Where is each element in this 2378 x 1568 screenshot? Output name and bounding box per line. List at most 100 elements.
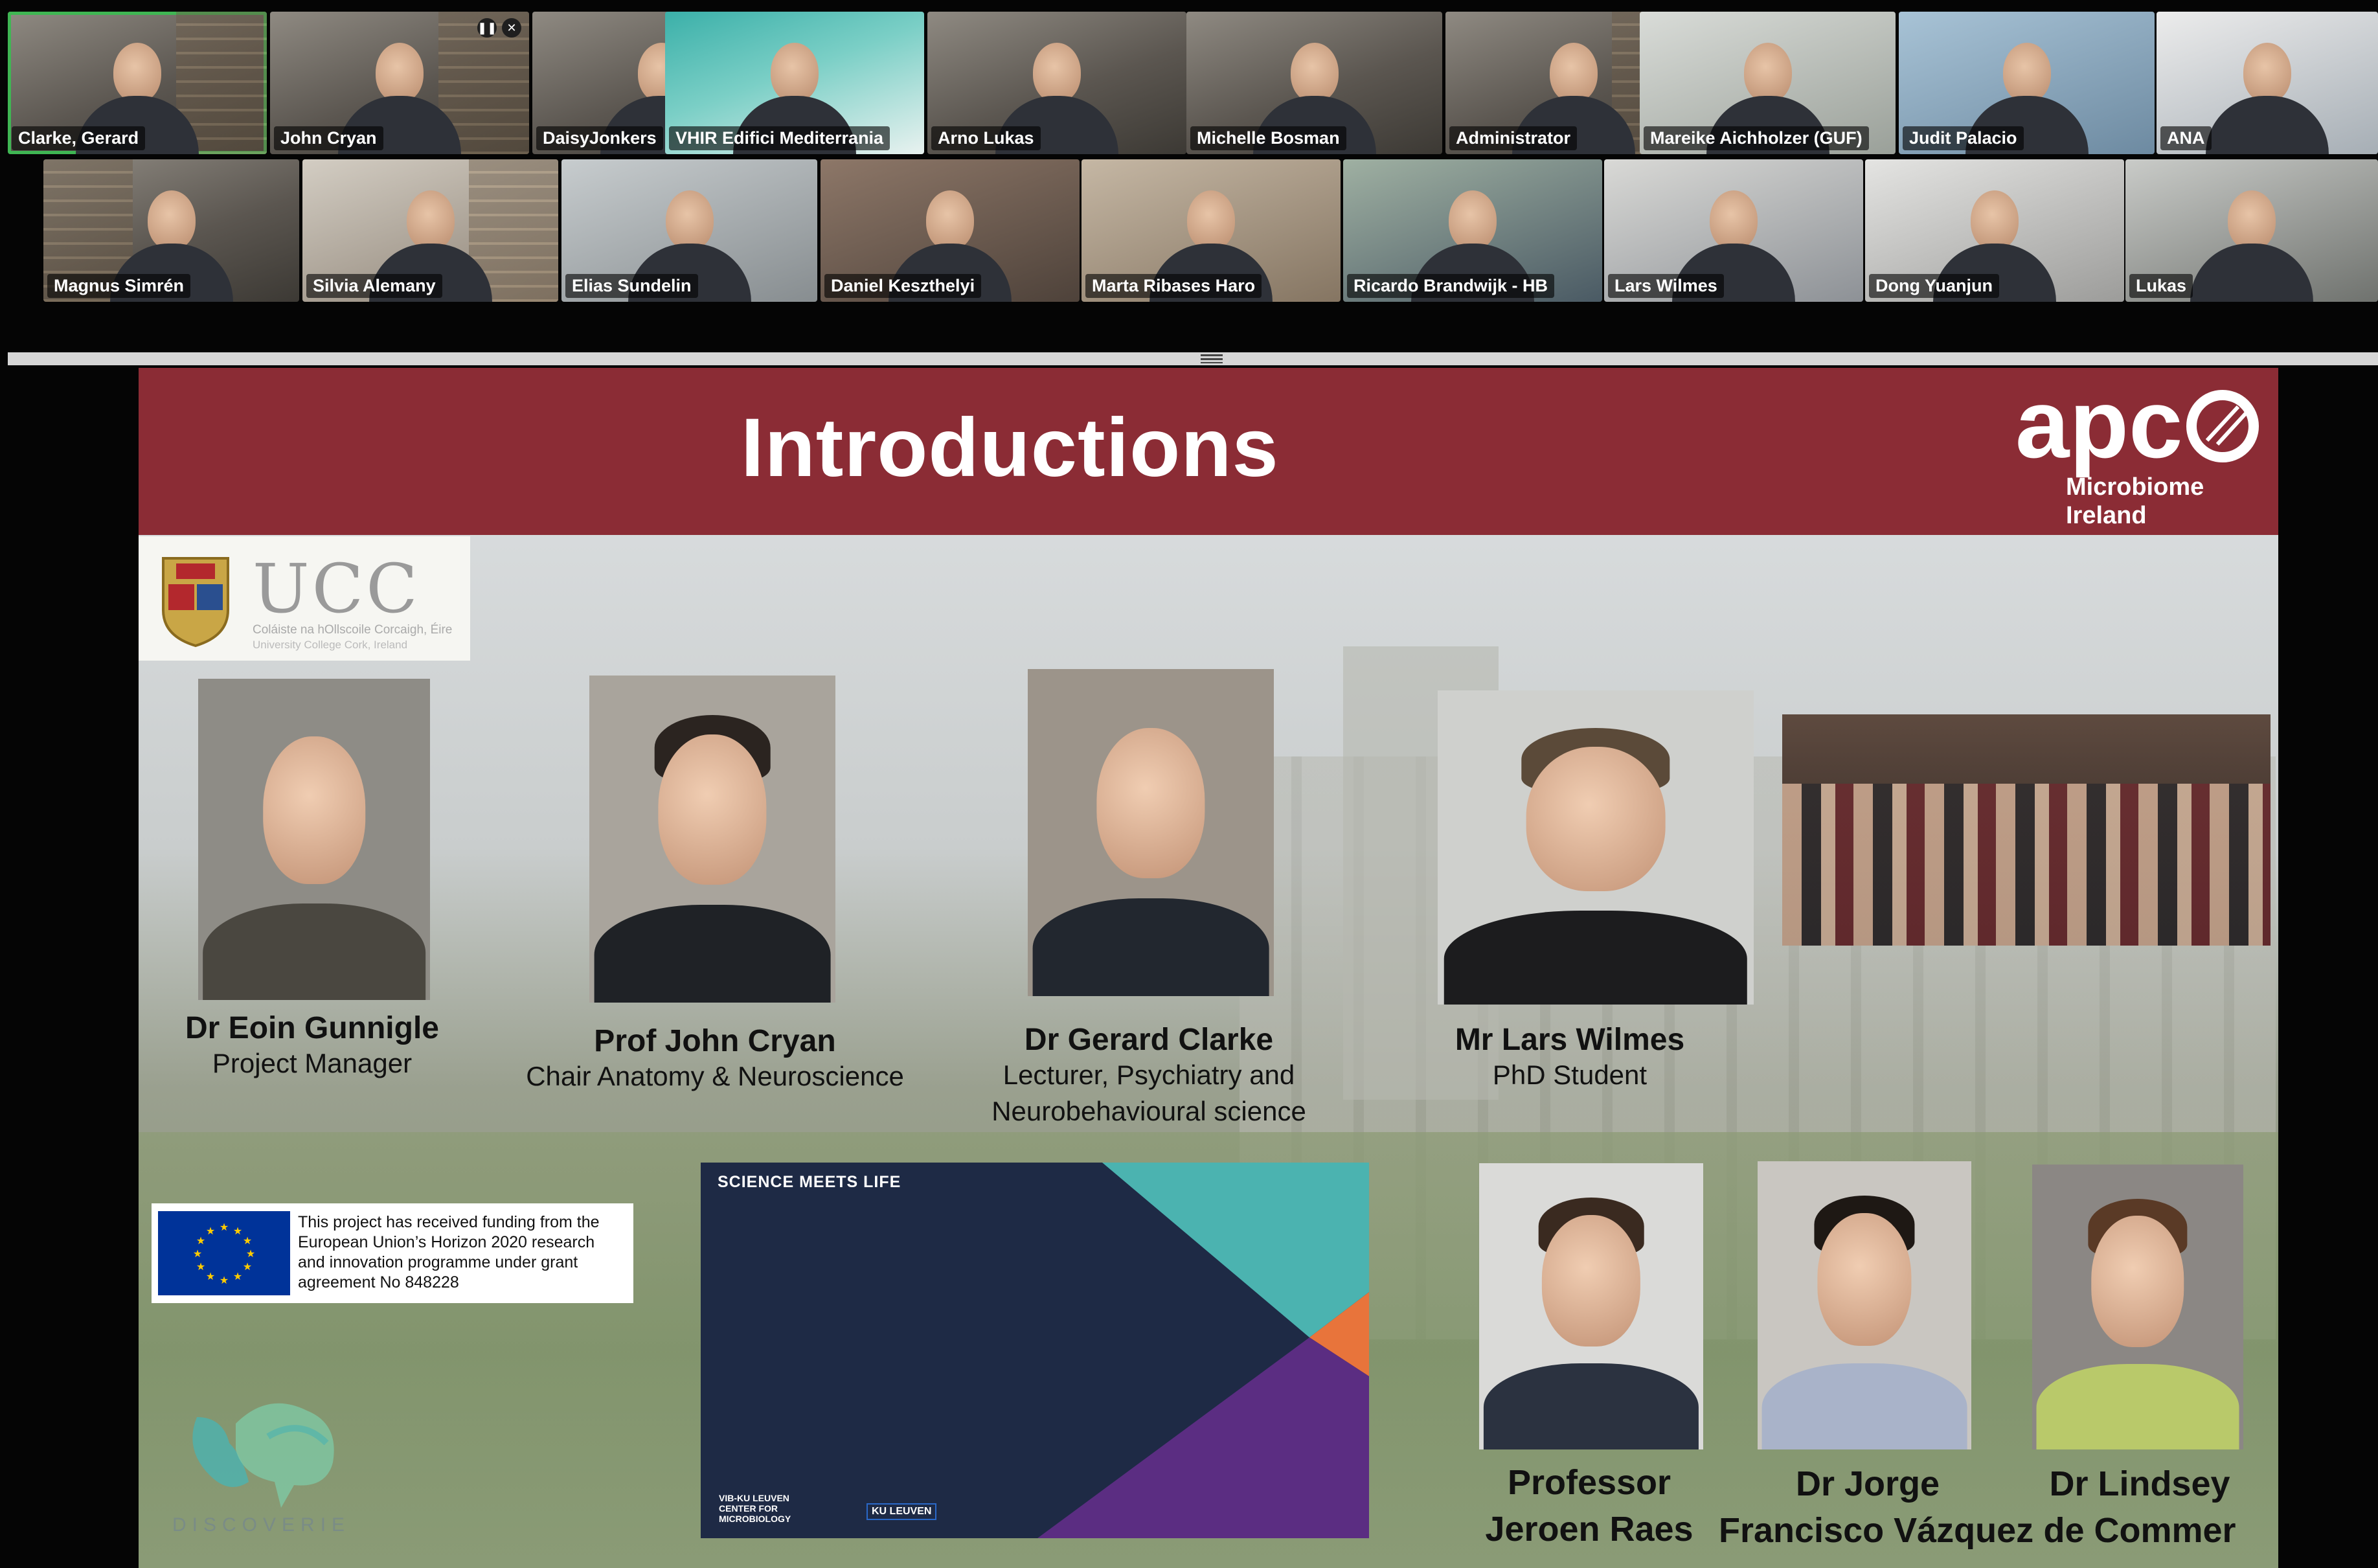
portrait-body xyxy=(1483,1363,1699,1449)
eu-line: and innovation programme under grant xyxy=(298,1253,578,1271)
participant-video xyxy=(406,190,455,251)
participant-video xyxy=(2243,43,2291,103)
eu-flag-icon: ★ ★★ ★★★ ★★★ ★★★ xyxy=(158,1211,290,1295)
participant-name: Magnus Simrén xyxy=(47,274,191,298)
participant-video xyxy=(376,43,424,103)
portrait-body xyxy=(1761,1363,1967,1449)
embedded-video[interactable]: SCIENCE MEETS LIFE VIB-KU LEUVEN CENTER … xyxy=(701,1163,1369,1538)
svg-text:★: ★ xyxy=(196,1234,205,1247)
person-role: Chair Anatomy & Neuroscience xyxy=(526,1061,904,1091)
participant-name: Silvia Alemany xyxy=(306,274,442,298)
portrait-photo xyxy=(1479,1163,1703,1449)
ucc-wordmark: UCC xyxy=(253,549,420,628)
participant-name: Lukas xyxy=(2129,274,2193,298)
participant-video xyxy=(1187,190,1235,251)
participant-tile[interactable]: Magnus Simrén xyxy=(43,159,299,302)
participant-tile[interactable]: John Cryan ❚❚ ✕ xyxy=(270,12,529,154)
vib-line: VIB-KU LEUVEN xyxy=(719,1493,789,1503)
participant-tile[interactable]: Michelle Bosman xyxy=(1186,12,1442,154)
participant-tile[interactable]: Lukas xyxy=(2125,159,2378,302)
participant-tile[interactable]: Dong Yuanjun xyxy=(1865,159,2124,302)
slide-title: Introductions xyxy=(741,402,1279,494)
person-name: Dr Eoin Gunnigle xyxy=(185,1011,439,1045)
portrait-body xyxy=(594,904,831,1003)
svg-text:★: ★ xyxy=(233,1270,242,1282)
close-icon[interactable]: ✕ xyxy=(502,18,521,38)
ucc-crest-icon xyxy=(162,557,229,648)
svg-text:★: ★ xyxy=(243,1260,252,1273)
svg-text:★: ★ xyxy=(220,1274,229,1286)
participant-name: VHIR Edifici Mediterrania xyxy=(669,126,890,150)
participant-tile[interactable]: Ricardo Brandwijk - HB xyxy=(1343,159,1602,302)
participant-video xyxy=(1710,190,1758,251)
participant-video xyxy=(113,43,161,103)
participant-name: Lars Wilmes xyxy=(1608,274,1724,298)
participant-body xyxy=(2206,96,2329,154)
participant-video xyxy=(771,43,819,103)
participant-tile[interactable]: ANA xyxy=(2157,12,2378,154)
portrait-face xyxy=(1817,1213,1912,1346)
participant-video xyxy=(2002,43,2051,103)
participant-video xyxy=(926,190,974,251)
participant-name: Clarke, Gerard xyxy=(12,126,146,150)
person-name: Mr Lars Wilmes xyxy=(1455,1023,1685,1057)
discoverie-wordmark: DISCOVERIE xyxy=(172,1514,351,1536)
participant-video xyxy=(665,190,714,251)
participant-tile[interactable]: Mareike Aichholzer (GUF) xyxy=(1640,12,1896,154)
svg-text:★: ★ xyxy=(243,1234,252,1247)
group-photo-crowd xyxy=(1782,784,2270,946)
portrait-face xyxy=(263,736,365,885)
participant-tile[interactable]: Daniel Keszthelyi xyxy=(821,159,1080,302)
pause-icon[interactable]: ❚❚ xyxy=(477,18,497,38)
participant-tile[interactable]: Clarke, Gerard xyxy=(8,12,267,154)
eu-funding-notice: ★ ★ ★ ★ ★ ★ ★ ★ ★ ★ ★ ★ This project has receive… xyxy=(152,1203,633,1303)
participant-name: Marta Ribases Haro xyxy=(1085,274,1262,298)
drag-handle-icon[interactable] xyxy=(1201,354,1223,363)
eu-line: European Union’s Horizon 2020 research xyxy=(298,1233,595,1251)
video-label: SCIENCE MEETS LIFE xyxy=(718,1173,901,1191)
logo-line2: Ireland xyxy=(2066,502,2147,529)
person-name-line2: de Commer xyxy=(2043,1511,2236,1550)
svg-text:★: ★ xyxy=(233,1225,242,1237)
person-role: PhD Student xyxy=(1492,1060,1648,1090)
participant-tile[interactable]: Lars Wilmes xyxy=(1604,159,1863,302)
portrait-photo xyxy=(1438,690,1754,1005)
participant-video xyxy=(1971,190,2019,251)
gallery-splitter[interactable] xyxy=(8,352,2378,365)
portrait-face xyxy=(1541,1214,1641,1346)
portrait-face xyxy=(658,734,767,885)
participant-name: Dong Yuanjun xyxy=(1869,274,1999,298)
participant-name: Ricardo Brandwijk - HB xyxy=(1347,274,1555,298)
ucc-logo: UCC Coláiste na hOllscoile Corcaigh, Éir… xyxy=(139,536,470,661)
participant-name: Arno Lukas xyxy=(931,126,1041,150)
svg-text:★: ★ xyxy=(220,1221,229,1233)
portrait-body xyxy=(1444,910,1748,1005)
portrait-photo xyxy=(1028,669,1274,996)
portrait-photo xyxy=(198,679,430,1000)
eu-line: This project has received funding from t… xyxy=(298,1213,600,1231)
svg-text:★: ★ xyxy=(196,1260,205,1273)
portrait-face xyxy=(1096,727,1205,879)
svg-text:★: ★ xyxy=(206,1225,215,1237)
person-role: Lecturer, Psychiatry and xyxy=(1002,1060,1295,1090)
apc-logo-subtitle: Microbiome Ireland xyxy=(2066,473,2204,530)
participant-tile[interactable]: Elias Sundelin xyxy=(561,159,817,302)
group-photo xyxy=(1782,714,2270,946)
participant-tile[interactable]: Judit Palacio xyxy=(1899,12,2155,154)
svg-text:★: ★ xyxy=(193,1247,202,1260)
participant-tile[interactable]: VHIR Edifici Mediterrania xyxy=(665,12,924,154)
participant-video xyxy=(1743,43,1792,103)
participant-tile[interactable]: Marta Ribases Haro xyxy=(1081,159,1341,302)
participant-tile[interactable]: Arno Lukas xyxy=(927,12,1186,154)
participant-name: Michelle Bosman xyxy=(1190,126,1346,150)
slide-header: Introductions apc Microbiome Ireland xyxy=(139,368,2278,535)
svg-text:★: ★ xyxy=(206,1270,215,1282)
participant-video xyxy=(1033,43,1081,103)
participant-tile[interactable]: Silvia Alemany xyxy=(302,159,558,302)
participant-name: ANA xyxy=(2160,126,2212,150)
shared-screen-slide: Introductions apc Microbiome Ireland UCC… xyxy=(139,368,2278,1568)
portrait-photo xyxy=(2032,1165,2243,1449)
participant-name: Daniel Keszthelyi xyxy=(824,274,982,298)
participant-name: Judit Palacio xyxy=(1903,126,2024,150)
portrait-face xyxy=(1526,747,1666,892)
